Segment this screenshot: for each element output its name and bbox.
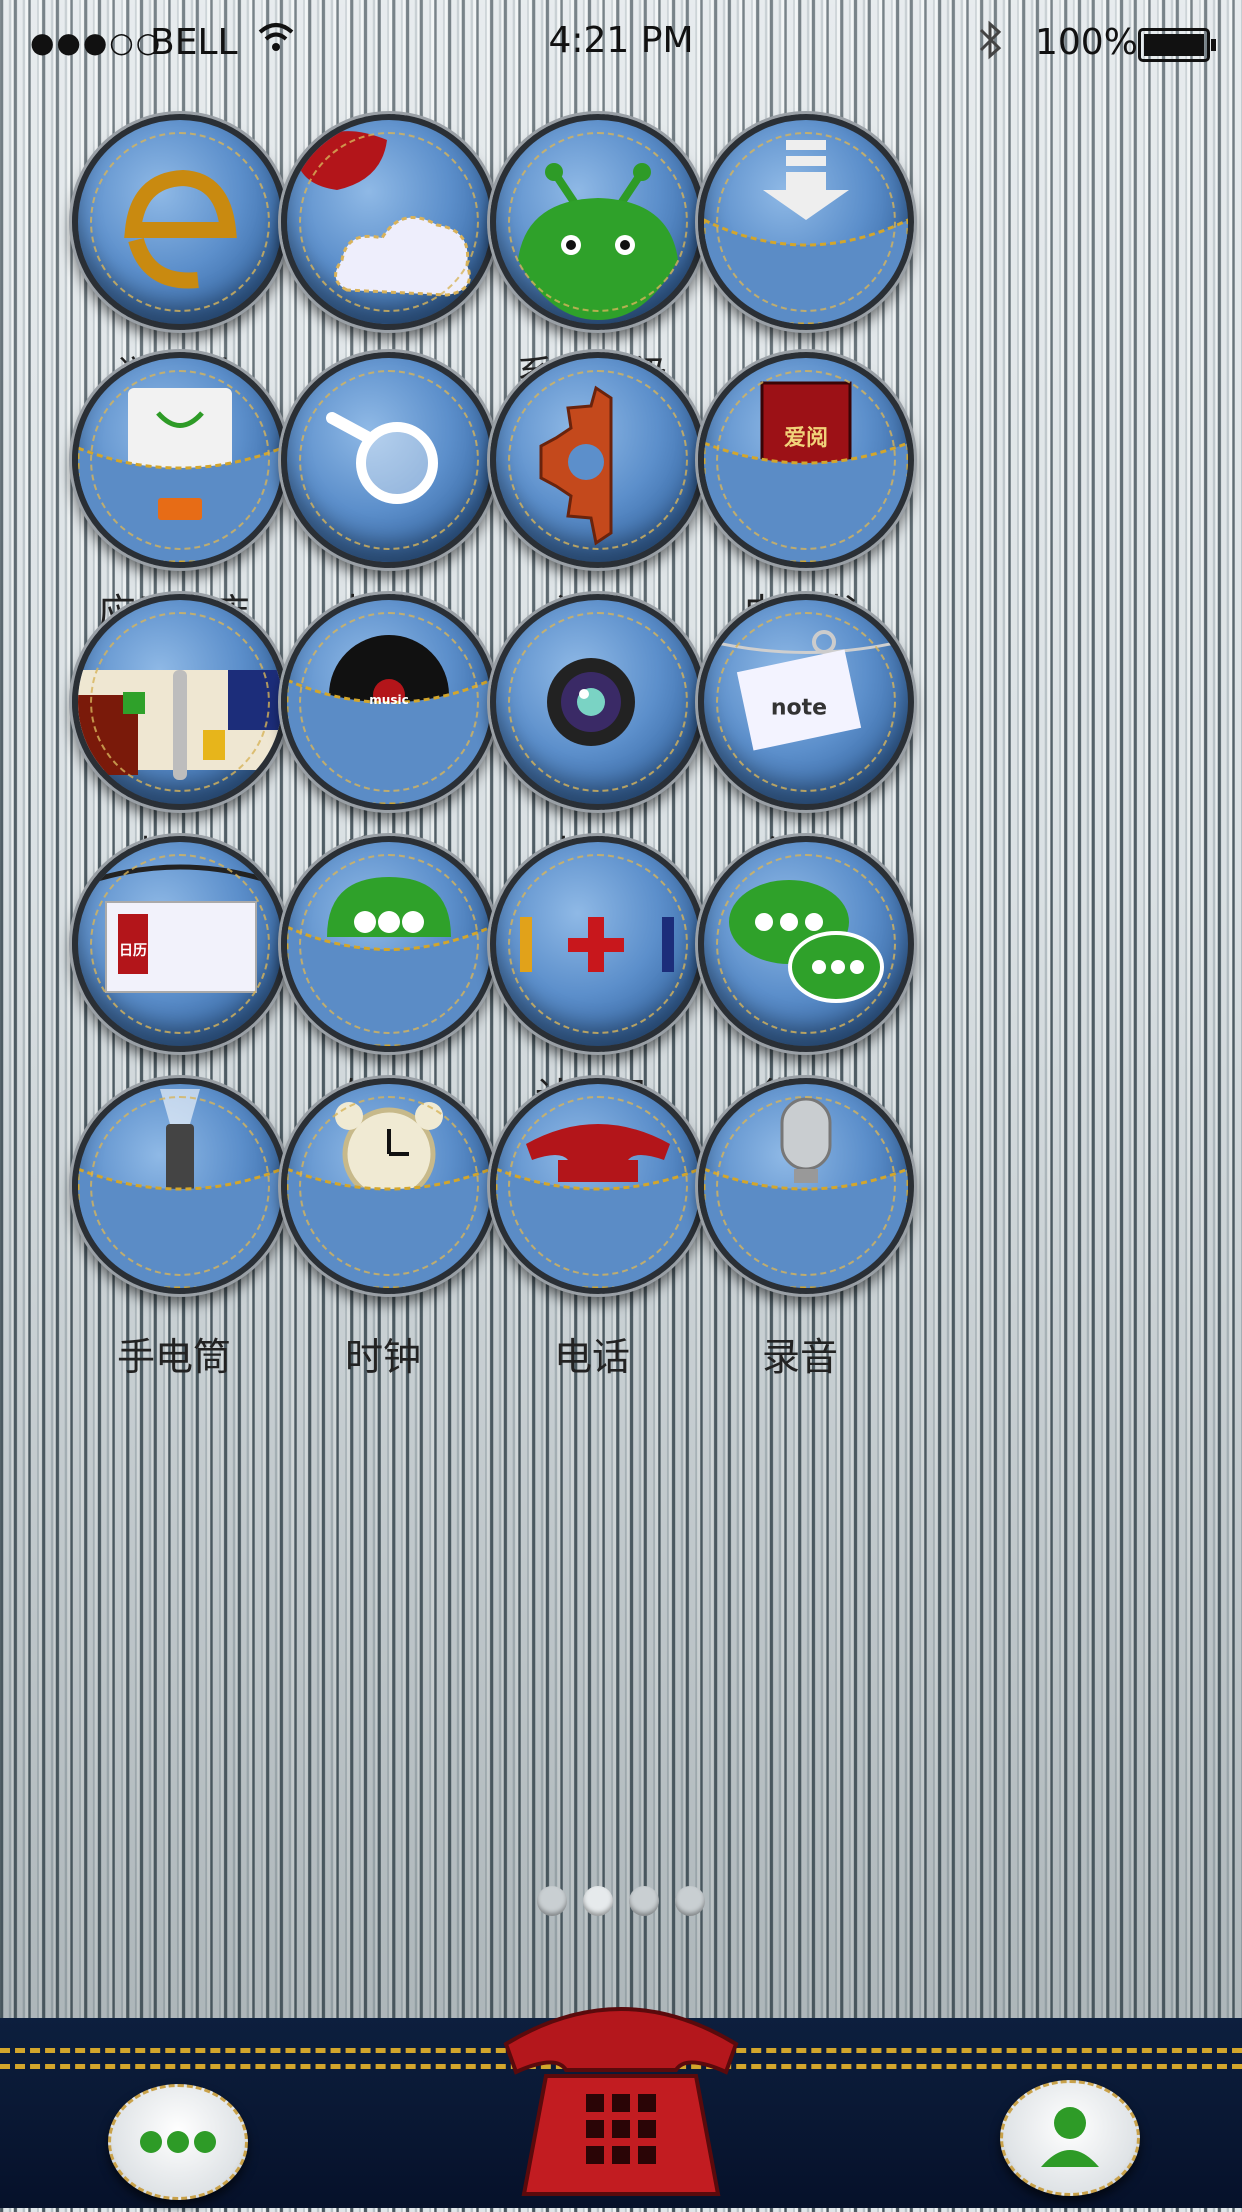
icon-text: 爱阅 bbox=[783, 426, 829, 451]
dock bbox=[0, 2007, 1242, 2208]
contacts-icon bbox=[1041, 2107, 1099, 2167]
page-indicator bbox=[0, 1886, 1242, 1920]
icon-text: note bbox=[770, 695, 828, 721]
download-icon bbox=[698, 114, 914, 330]
battery-percent: 100% bbox=[1035, 22, 1138, 63]
bluetooth-icon bbox=[975, 18, 1005, 71]
page-dot[interactable] bbox=[537, 1886, 567, 1916]
ebook-icon: 爱阅 bbox=[698, 352, 914, 568]
status-bar: ●●●○○ BELL 4:21 PM 100% bbox=[0, 0, 1242, 90]
notes-icon: note bbox=[698, 594, 914, 810]
app-recorder[interactable]: 录音 bbox=[648, 1078, 914, 1379]
icon-text: music bbox=[369, 693, 409, 707]
page-dot[interactable] bbox=[583, 1886, 613, 1916]
phone-icon bbox=[503, 2007, 739, 2196]
recorder-icon bbox=[698, 1078, 914, 1294]
page-dot[interactable] bbox=[629, 1886, 659, 1916]
app-label: 录音 bbox=[761, 1335, 838, 1379]
icon-text: 日历 bbox=[119, 943, 147, 959]
wechat-icon bbox=[698, 836, 914, 1052]
contacts-button[interactable] bbox=[1000, 2080, 1140, 2196]
more-icon bbox=[140, 2131, 216, 2153]
battery-icon bbox=[1138, 28, 1216, 62]
more-button[interactable] bbox=[108, 2084, 248, 2200]
phone-button[interactable] bbox=[486, 1984, 756, 2208]
page-dot[interactable] bbox=[675, 1886, 705, 1916]
